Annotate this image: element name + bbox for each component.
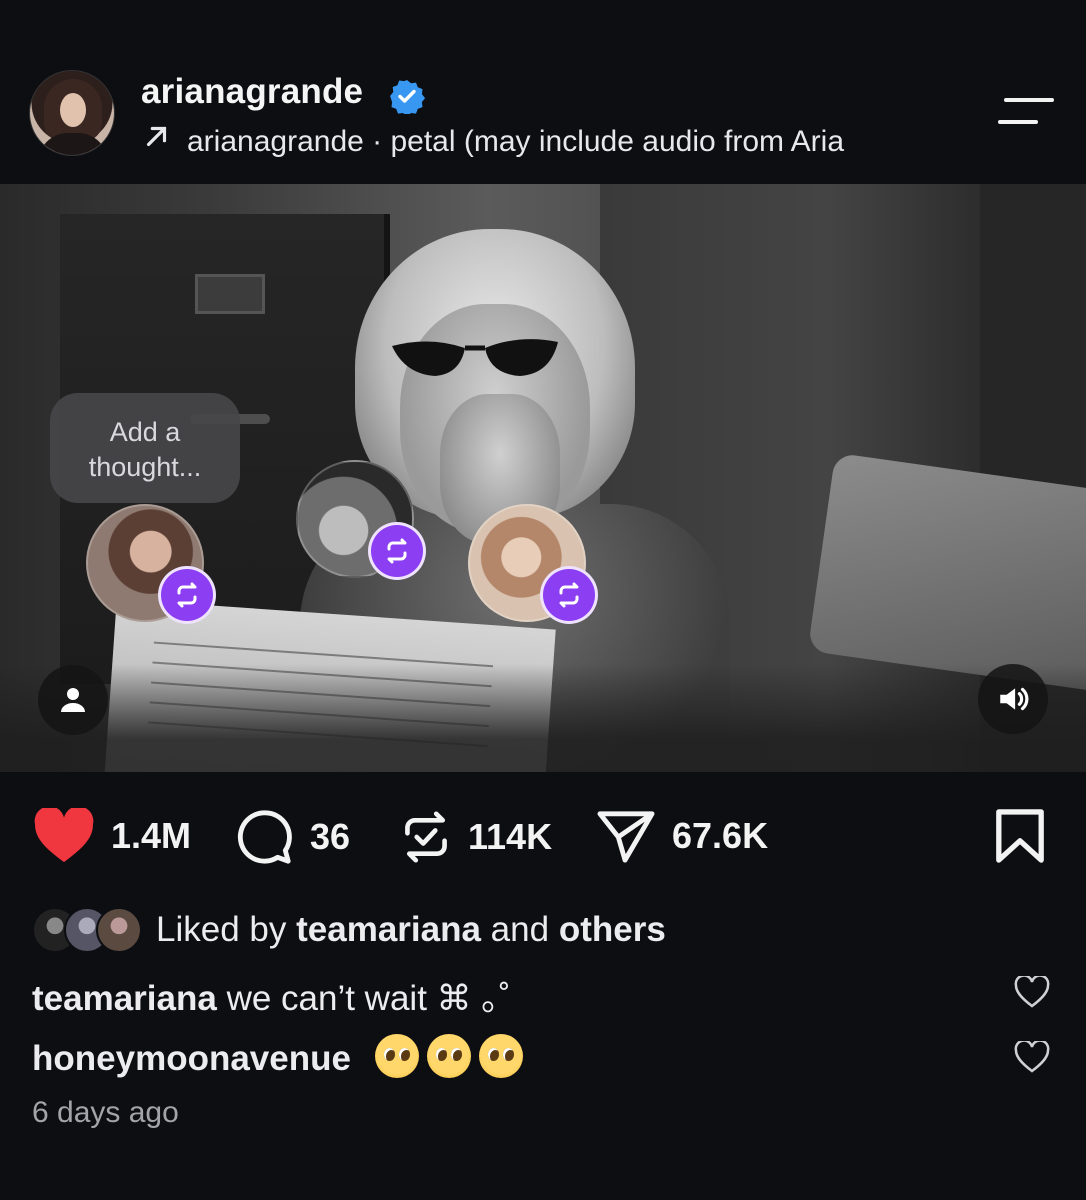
menu-button[interactable] xyxy=(996,96,1056,130)
add-thought-bubble[interactable]: Add a thought... xyxy=(50,393,240,503)
repost-icon xyxy=(158,566,216,624)
comment-row[interactable]: honeymoonavenue xyxy=(32,1034,523,1079)
action-bar: 1.4M 36 114K 67.6K xyxy=(0,800,1086,880)
like-count: 1.4M xyxy=(111,815,192,856)
author-avatar[interactable] xyxy=(29,70,115,156)
comment-row[interactable]: teamariana we can’t wait ⌘ ｡˚ xyxy=(32,970,511,1021)
liked-by-text: Liked by teamariana and others xyxy=(156,910,666,949)
audio-attribution[interactable]: arianagrande · petal (may include audio … xyxy=(141,121,941,161)
repost-check-icon[interactable] xyxy=(400,808,452,866)
audio-text: arianagrande · petal (may include audio … xyxy=(187,125,845,158)
share-count: 67.6K xyxy=(672,815,769,856)
sound-toggle-button[interactable] xyxy=(978,664,1048,734)
repost-action[interactable]: 114K xyxy=(400,808,552,866)
comment-bubble-icon[interactable] xyxy=(236,808,294,866)
pleading-face-emoji xyxy=(374,1034,419,1078)
bookmark-icon[interactable] xyxy=(994,808,1046,864)
liker-avatar xyxy=(96,907,142,953)
repost-count: 114K xyxy=(468,816,553,857)
repost-icon xyxy=(540,566,598,624)
pleading-face-emoji xyxy=(478,1034,523,1078)
speaker-icon xyxy=(1000,687,1029,711)
comment-username[interactable]: honeymoonavenue xyxy=(32,1039,351,1078)
post-video[interactable]: Add a thought... xyxy=(0,184,1086,772)
heart-outline-icon[interactable] xyxy=(1014,976,1050,1008)
person-icon xyxy=(61,688,85,712)
thread-post: arianagrande arianagrande · petal (may i… xyxy=(0,0,1086,1200)
share-action[interactable]: 67.6K xyxy=(596,808,768,864)
comment-action[interactable]: 36 xyxy=(236,808,350,866)
pleading-face-emoji xyxy=(426,1034,471,1078)
post-header: arianagrande arianagrande · petal (may i… xyxy=(0,0,1086,184)
post-timestamp: 6 days ago xyxy=(32,1096,179,1129)
repost-icon xyxy=(368,522,426,580)
comment-text: we can’t wait ⌘ ｡˚ xyxy=(226,979,511,1018)
liked-by-user[interactable]: teamariana xyxy=(296,910,481,949)
like-action[interactable]: 1.4M xyxy=(33,808,191,864)
heart-filled-icon[interactable] xyxy=(33,808,95,864)
verified-badge-icon xyxy=(390,80,425,114)
send-icon[interactable] xyxy=(596,808,656,864)
heart-outline-icon[interactable] xyxy=(1014,1041,1050,1073)
profile-button[interactable] xyxy=(38,665,108,735)
comment-count: 36 xyxy=(310,816,351,857)
comment-username[interactable]: teamariana xyxy=(32,979,217,1018)
liked-by-row[interactable]: Liked by teamariana and others xyxy=(32,902,666,958)
author-username[interactable]: arianagrande xyxy=(141,72,363,112)
arrow-up-right-icon xyxy=(146,126,167,147)
liked-by-others[interactable]: others xyxy=(559,910,666,949)
